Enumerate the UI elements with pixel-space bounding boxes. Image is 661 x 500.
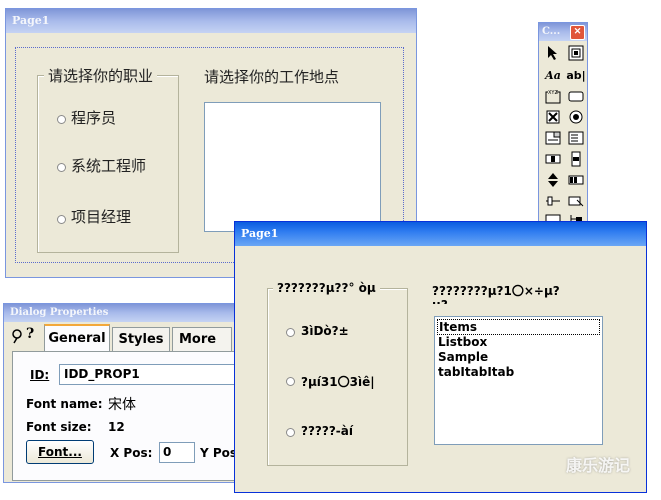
- back-option-label-3: 项目经理: [71, 208, 132, 226]
- front-workplace-label-line1: ????????µ?1〇×÷µ?: [432, 284, 560, 298]
- tab-general[interactable]: General: [44, 324, 110, 352]
- pointer-icon[interactable]: [542, 43, 564, 63]
- front-workplace-label-line2: µ?: [432, 298, 448, 304]
- front-option-label-1: 3ìDò?±: [301, 324, 349, 338]
- front-option-radio-3[interactable]: [286, 428, 295, 437]
- xpos-label: X Pos:: [110, 446, 153, 460]
- back-workplace-listbox[interactable]: [204, 102, 381, 232]
- picture-icon[interactable]: [565, 43, 587, 63]
- static-text-icon[interactable]: Aa: [542, 65, 564, 85]
- dialog-properties-window: Dialog Properties ? General Styles More …: [3, 303, 244, 483]
- pin-icon[interactable]: [10, 328, 24, 346]
- controls-toolbar-title-text: C...: [542, 26, 561, 37]
- front-option-label-2: ?µí31〇3ìê|: [301, 375, 375, 389]
- radio-icon[interactable]: [565, 107, 587, 127]
- xpos-input[interactable]: 0: [159, 442, 195, 463]
- front-workplace-listbox[interactable]: Items Listbox Sample tabItabItab: [434, 316, 603, 445]
- font-size-label: Font size:: [26, 420, 92, 434]
- back-workplace-label: 请选择你的工作地点: [204, 68, 340, 86]
- checkbox-icon[interactable]: [542, 107, 564, 127]
- front-option-label-3: ?????-àí: [301, 424, 353, 438]
- font-button-label: Font...: [38, 445, 82, 459]
- front-option-radio-1[interactable]: [286, 328, 295, 337]
- vertical-scroll-icon[interactable]: [565, 149, 587, 169]
- front-option-radio-2[interactable]: [286, 377, 295, 386]
- edit-box-icon[interactable]: ab|: [565, 65, 587, 85]
- list-item[interactable]: Sample: [438, 350, 599, 365]
- list-box-icon[interactable]: [565, 128, 587, 148]
- group-box-icon[interactable]: XYZ: [542, 86, 564, 106]
- hotkey-icon[interactable]: [565, 191, 587, 211]
- button-icon[interactable]: [565, 86, 587, 106]
- list-item[interactable]: Items: [437, 319, 600, 335]
- horizontal-scroll-icon[interactable]: [542, 149, 564, 169]
- font-button[interactable]: Font...: [26, 440, 94, 464]
- back-option-radio-2[interactable]: [57, 163, 66, 172]
- list-item[interactable]: tabItabItab: [438, 365, 599, 380]
- svg-text:XYZ: XYZ: [548, 90, 558, 96]
- back-option-label-1: 程序员: [71, 109, 117, 127]
- dialog-properties-title: Dialog Properties: [4, 304, 242, 322]
- ypos-label: Y Pos: [200, 446, 238, 460]
- font-name-label: Font name:: [26, 397, 103, 411]
- id-input[interactable]: IDD_PROP1: [59, 364, 241, 385]
- controls-toolbar-title: C... ✕: [539, 23, 587, 41]
- id-label: ID:: [30, 368, 50, 382]
- close-icon[interactable]: ✕: [570, 25, 585, 40]
- progress-icon[interactable]: [565, 170, 587, 190]
- back-option-radio-1[interactable]: [57, 115, 66, 124]
- front-dialog-title: Page1: [235, 222, 646, 246]
- back-dialog-title: Page1: [6, 9, 416, 33]
- help-icon[interactable]: ?: [26, 326, 34, 342]
- slider-icon[interactable]: [542, 191, 564, 211]
- watermark: 康乐游记: [566, 456, 631, 475]
- list-item[interactable]: Listbox: [438, 335, 599, 350]
- front-job-group-label: ???????µ??° òµ: [273, 281, 380, 295]
- controls-toolbar: C... ✕ Aa ab| XYZ: [538, 22, 588, 224]
- spin-icon[interactable]: [542, 170, 564, 190]
- tab-more[interactable]: More: [172, 327, 232, 352]
- back-option-label-2: 系统工程师: [71, 157, 147, 175]
- back-option-radio-3[interactable]: [57, 215, 66, 224]
- font-size-value: 12: [108, 420, 125, 434]
- combo-box-icon[interactable]: [542, 128, 564, 148]
- font-name-value: 宋体: [108, 397, 136, 413]
- tab-styles[interactable]: Styles: [112, 327, 170, 352]
- back-job-group-label: 请选择你的职业: [44, 65, 158, 86]
